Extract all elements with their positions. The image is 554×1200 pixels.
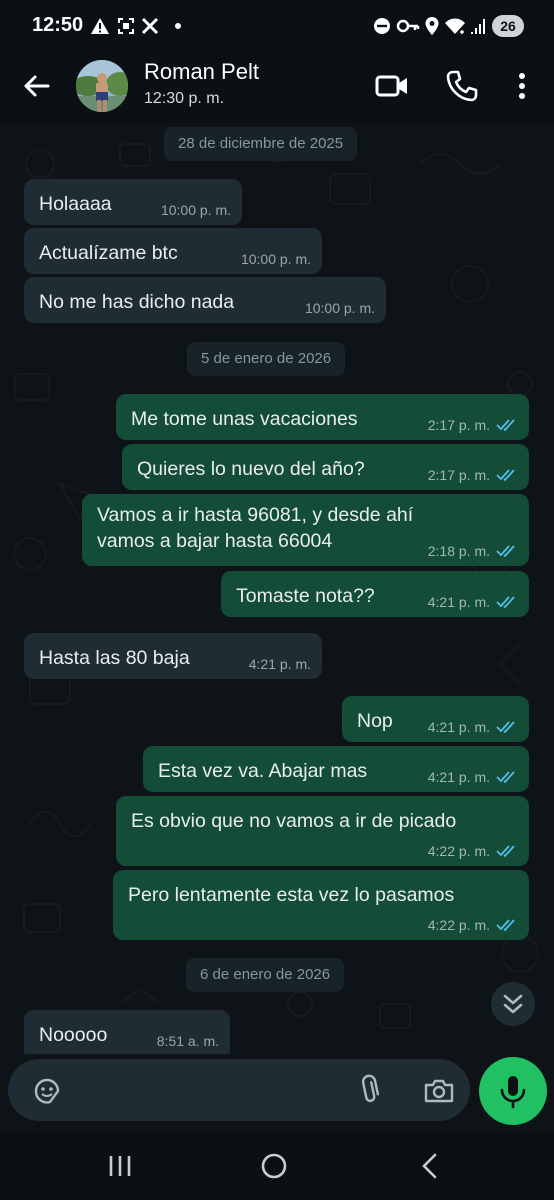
read-receipt-icon: [496, 545, 515, 558]
message-text: Esta vez va. Abajar mas: [158, 760, 368, 782]
message-time: 4:21 p. m.: [427, 769, 490, 785]
message-text: Pero lentamente esta vez lo pasamos: [128, 884, 455, 906]
back-icon[interactable]: [410, 1146, 450, 1186]
message-bubble-incoming[interactable]: Nooooo 8:51 a. m.: [24, 1010, 230, 1054]
message-bubble-incoming[interactable]: Actualízame btc 10:00 p. m.: [24, 228, 322, 274]
composer-bar: [0, 1054, 554, 1132]
read-receipt-icon: [496, 919, 515, 932]
alert-icon: [91, 18, 109, 34]
battery-indicator: 26: [492, 15, 524, 37]
date-separator: 28 de diciembre de 2025: [164, 127, 358, 161]
message-text: Me tome unas vacaciones: [131, 408, 358, 430]
read-receipt-icon: [496, 419, 515, 432]
contact-name[interactable]: Roman Pelt: [144, 59, 259, 85]
message-bubble-outgoing[interactable]: Pero lentamente esta vez lo pasamos 4:22…: [113, 870, 529, 940]
message-input[interactable]: [8, 1059, 470, 1121]
status-bar: 12:50 26: [0, 0, 554, 52]
video-call-icon[interactable]: [374, 68, 410, 104]
message-text: Actualízame btc: [39, 242, 178, 264]
message-time: 2:17 p. m.: [427, 417, 490, 433]
paperclip-icon[interactable]: [352, 1074, 386, 1108]
key-icon: [396, 19, 420, 33]
read-receipt-icon: [496, 771, 515, 784]
avatar[interactable]: [76, 60, 128, 112]
read-receipt-icon: [496, 845, 515, 858]
message-bubble-outgoing[interactable]: Nop 4:21 p. m.: [342, 696, 529, 742]
double-chevron-down-icon: [503, 994, 523, 1014]
dnd-icon: [374, 18, 390, 34]
camera-icon[interactable]: [422, 1074, 456, 1108]
message-text: Vamos a ir hasta 96081, y desde ahí vamo…: [97, 504, 414, 552]
phone-icon[interactable]: [444, 68, 480, 104]
sticker-icon[interactable]: [30, 1074, 64, 1108]
status-time: 12:50: [32, 14, 84, 36]
signal-icon: [471, 19, 485, 34]
screenshot-icon: [118, 18, 134, 34]
message-text: Holaaaa: [39, 193, 112, 215]
message-time: 4:22 p. m.: [427, 843, 490, 859]
contact-last-seen: 12:30 p. m.: [144, 90, 225, 107]
message-time: 4:21 p. m.: [248, 656, 311, 672]
date-separator: 5 de enero de 2026: [187, 342, 346, 376]
message-time: 2:18 p. m.: [427, 543, 490, 559]
message-bubble-outgoing[interactable]: Es obvio que no vamos a ir de picado 4:2…: [116, 796, 529, 866]
chat-header: Roman Pelt 12:30 p. m.: [0, 52, 554, 124]
message-bubble-outgoing[interactable]: Me tome unas vacaciones 2:17 p. m.: [116, 394, 529, 440]
message-time: 4:21 p. m.: [427, 719, 490, 735]
message-bubble-incoming[interactable]: Hasta las 80 baja 4:21 p. m.: [24, 633, 322, 679]
chat-area[interactable]: 28 de diciembre de 2025 Holaaaa 10:00 p.…: [0, 124, 554, 1054]
location-icon: [425, 17, 439, 35]
message-time: 10:00 p. m.: [240, 251, 311, 267]
message-text: No me has dicho nada: [39, 291, 235, 313]
read-receipt-icon: [496, 721, 515, 734]
message-bubble-incoming[interactable]: No me has dicho nada 10:00 p. m.: [24, 277, 386, 323]
message-time: 10:00 p. m.: [160, 202, 231, 218]
read-receipt-icon: [496, 469, 515, 482]
x-app-icon: [141, 17, 159, 35]
more-vertical-icon[interactable]: [508, 68, 536, 104]
message-bubble-outgoing[interactable]: Esta vez va. Abajar mas 4:21 p. m.: [143, 746, 529, 792]
recents-icon[interactable]: [100, 1146, 140, 1186]
read-receipt-icon: [496, 596, 515, 609]
message-text: Nooooo: [39, 1024, 108, 1046]
message-text: Tomaste nota??: [236, 585, 375, 607]
message-text: Nop: [357, 710, 393, 732]
message-text: Hasta las 80 baja: [39, 647, 190, 669]
dot-icon: [175, 23, 181, 29]
message-time: 2:17 p. m.: [427, 467, 490, 483]
avatar-photo: [76, 60, 128, 112]
message-bubble-outgoing[interactable]: Vamos a ir hasta 96081, y desde ahí vamo…: [82, 494, 529, 566]
system-navigation-bar: [0, 1132, 554, 1200]
voice-message-button[interactable]: [479, 1057, 547, 1125]
message-bubble-incoming[interactable]: Holaaaa 10:00 p. m.: [24, 179, 242, 225]
message-bubble-outgoing[interactable]: Quieres lo nuevo del año? 2:17 p. m.: [122, 444, 529, 490]
scroll-to-bottom-button[interactable]: [491, 982, 535, 1026]
message-time: 4:21 p. m.: [427, 594, 490, 610]
message-text: Quieres lo nuevo del año?: [137, 458, 365, 480]
message-time: 4:22 p. m.: [427, 917, 490, 933]
message-time: 8:51 a. m.: [156, 1033, 219, 1049]
date-separator: 6 de enero de 2026: [186, 958, 345, 992]
home-icon[interactable]: [254, 1146, 294, 1186]
message-bubble-outgoing[interactable]: Tomaste nota?? 4:21 p. m.: [221, 571, 529, 617]
message-text: Es obvio que no vamos a ir de picado: [131, 810, 457, 832]
wifi-icon: [445, 18, 465, 34]
microphone-icon: [500, 1076, 526, 1109]
message-time: 10:00 p. m.: [304, 300, 375, 316]
back-arrow-icon[interactable]: [18, 68, 54, 104]
